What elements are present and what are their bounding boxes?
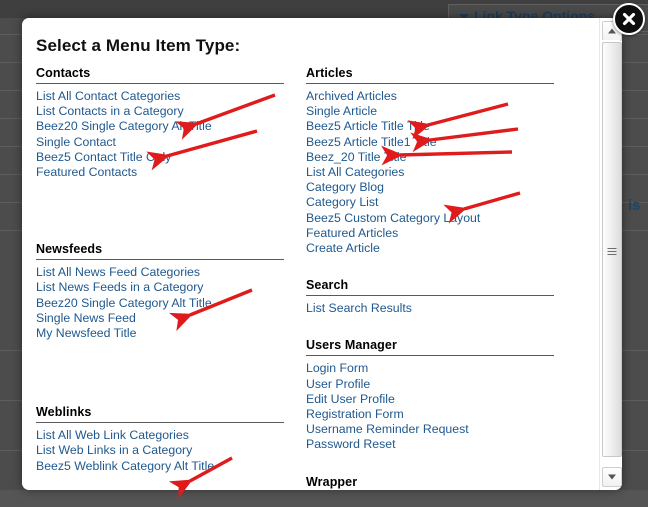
group-items-users-manager: Login Form User Profile Edit User Profil…	[306, 361, 554, 452]
list-item[interactable]: Featured Articles	[306, 226, 554, 241]
list-item[interactable]: Beez5 Contact Title Only	[36, 150, 284, 165]
scrollbar-thumb[interactable]	[602, 42, 622, 457]
list-item[interactable]: User Profile	[306, 377, 554, 392]
list-item[interactable]: List Contacts in a Category	[36, 104, 284, 119]
list-item[interactable]: Edit User Profile	[306, 392, 554, 407]
list-item[interactable]: Beez20 Single Category Alt Title	[36, 296, 284, 311]
scrollbar-down-button[interactable]	[602, 467, 622, 487]
column-right: Articles Archived Articles Single Articl…	[306, 66, 554, 490]
group-title-articles: Articles	[306, 66, 554, 84]
list-item[interactable]: Registration Form	[306, 407, 554, 422]
group-title-search: Search	[306, 278, 554, 296]
chevron-down-icon	[608, 475, 616, 480]
spacer	[36, 363, 284, 405]
list-item[interactable]: List News Feeds in a Category	[36, 280, 284, 295]
list-item[interactable]: Password Reset	[306, 437, 554, 452]
group-items-search: List Search Results	[306, 301, 554, 316]
list-item[interactable]: Category Blog	[306, 180, 554, 195]
column-left: Contacts List All Contact Categories Lis…	[36, 66, 284, 490]
background-clipped-text: is	[628, 197, 641, 214]
spacer	[36, 202, 284, 242]
select-menu-item-type-modal: Select a Menu Item Type: Contacts List A…	[22, 18, 622, 490]
close-icon	[619, 9, 639, 29]
group-contacts: Contacts List All Contact Categories Lis…	[36, 66, 284, 180]
list-item[interactable]: List Web Links in a Category	[36, 443, 284, 458]
list-item[interactable]: Beez5 Weblink Category Alt Title	[36, 459, 284, 474]
list-item[interactable]: My Newsfeed Title	[36, 326, 284, 341]
list-item[interactable]: Single Contact	[36, 135, 284, 150]
group-title-newsfeeds: Newsfeeds	[36, 242, 284, 260]
list-item[interactable]: Beez5 Article Title1 Title	[306, 135, 554, 150]
list-item[interactable]: Username Reminder Request	[306, 422, 554, 437]
list-item[interactable]: Category List	[306, 195, 554, 210]
modal-scrollbar[interactable]	[599, 18, 622, 490]
list-item[interactable]: List All Categories	[306, 165, 554, 180]
list-item[interactable]: List Search Results	[306, 301, 554, 316]
group-users-manager: Users Manager Login Form User Profile Ed…	[306, 338, 554, 452]
list-item[interactable]: Beez20 Single Category Alt Title	[36, 119, 284, 134]
list-item[interactable]: Beez5 Article Title Title	[306, 119, 554, 134]
group-articles: Articles Archived Articles Single Articl…	[306, 66, 554, 256]
group-title-users-manager: Users Manager	[306, 338, 554, 356]
chevron-up-icon	[608, 29, 616, 34]
list-item[interactable]: List All News Feed Categories	[36, 265, 284, 280]
list-item[interactable]: List All Web Link Categories	[36, 428, 284, 443]
page-title: Select a Menu Item Type:	[36, 36, 240, 56]
list-item[interactable]: Beez5 Custom Category Layout	[306, 211, 554, 226]
group-search: Search List Search Results	[306, 278, 554, 316]
group-title-wrapper: Wrapper	[306, 475, 554, 490]
group-newsfeeds: Newsfeeds List All News Feed Categories …	[36, 242, 284, 341]
list-item[interactable]: Archived Articles	[306, 89, 554, 104]
group-title-contacts: Contacts	[36, 66, 284, 84]
group-items-articles: Archived Articles Single Article Beez5 A…	[306, 89, 554, 256]
group-items-contacts: List All Contact Categories List Contact…	[36, 89, 284, 180]
group-items-weblinks: List All Web Link Categories List Web Li…	[36, 428, 284, 474]
group-items-newsfeeds: List All News Feed Categories List News …	[36, 265, 284, 341]
group-title-weblinks: Weblinks	[36, 405, 284, 423]
list-item[interactable]: Login Form	[306, 361, 554, 376]
bg-footer	[0, 490, 648, 507]
close-button[interactable]	[613, 3, 645, 35]
modal-body: Select a Menu Item Type: Contacts List A…	[22, 18, 600, 490]
list-item[interactable]: Create Article	[306, 241, 554, 256]
list-item[interactable]: Single Article	[306, 104, 554, 119]
group-weblinks: Weblinks List All Web Link Categories Li…	[36, 405, 284, 474]
list-item[interactable]: Single News Feed	[36, 311, 284, 326]
list-item[interactable]: List All Contact Categories	[36, 89, 284, 104]
list-item[interactable]: Featured Contacts	[36, 165, 284, 180]
group-wrapper: Wrapper Iframe Wrapper	[306, 475, 554, 490]
list-item[interactable]: Beez_20 Title Title	[306, 150, 554, 165]
grip-icon	[608, 248, 617, 255]
